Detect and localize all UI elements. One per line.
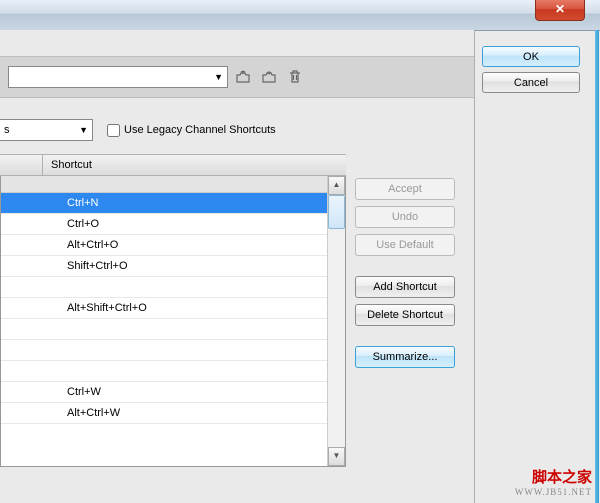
dropdown2-value: s — [4, 124, 10, 136]
table-header: Shortcut — [0, 155, 346, 176]
dialog-buttons: OK Cancel — [482, 46, 592, 98]
table-row[interactable]: Alt+Ctrl+O — [1, 235, 345, 256]
delete-shortcut-button[interactable]: Delete Shortcut — [355, 304, 455, 326]
legacy-label: Use Legacy Channel Shortcuts — [124, 124, 276, 136]
undo-button: Undo — [355, 206, 455, 228]
table-row[interactable]: Alt+Shift+Ctrl+O — [1, 298, 345, 319]
table-row[interactable] — [1, 361, 345, 382]
legacy-checkbox[interactable] — [107, 124, 120, 137]
table-row[interactable] — [1, 176, 345, 193]
legacy-checkbox-row[interactable]: Use Legacy Channel Shortcuts — [107, 124, 276, 137]
table-row[interactable]: Alt+Ctrl+W — [1, 403, 345, 424]
vertical-scrollbar[interactable]: ▲ ▼ — [327, 176, 345, 466]
ok-button[interactable]: OK — [482, 46, 580, 67]
save-set-icon[interactable] — [258, 66, 280, 88]
chevron-down-icon: ▼ — [214, 72, 223, 82]
set-dropdown[interactable]: ▼ — [8, 66, 228, 88]
delete-set-icon[interactable] — [284, 66, 306, 88]
action-buttons: Accept Undo Use Default Add Shortcut Del… — [355, 178, 461, 374]
new-set-icon[interactable] — [232, 66, 254, 88]
table-header-shortcut[interactable]: Shortcut — [43, 155, 346, 175]
table-row[interactable] — [1, 340, 345, 361]
scroll-down-icon[interactable]: ▼ — [328, 447, 345, 466]
use-default-button: Use Default — [355, 234, 455, 256]
watermark: 脚本之家 WWW.JB51.NET — [515, 466, 592, 497]
table-header-command[interactable] — [0, 155, 43, 175]
window-close-button[interactable]: ✕ — [535, 0, 585, 21]
options-row: s ▼ Use Legacy Channel Shortcuts — [0, 118, 474, 142]
set-toolbar: ▼ — [0, 56, 474, 98]
table-row[interactable]: Ctrl+N — [1, 193, 345, 214]
watermark-url: WWW.JB51.NET — [515, 487, 592, 497]
table-row[interactable]: Shift+Ctrl+O — [1, 256, 345, 277]
window-edge — [595, 30, 599, 503]
watermark-title: 脚本之家 — [515, 466, 592, 487]
close-icon: ✕ — [555, 2, 565, 16]
table-row[interactable] — [1, 319, 345, 340]
table-row[interactable]: Ctrl+O — [1, 214, 345, 235]
cancel-button[interactable]: Cancel — [482, 72, 580, 93]
table-row[interactable]: Ctrl+W — [1, 382, 345, 403]
accept-button: Accept — [355, 178, 455, 200]
table-row[interactable] — [1, 277, 345, 298]
window-titlebar: ✕ — [0, 0, 600, 31]
chevron-down-icon: ▼ — [79, 125, 88, 135]
add-shortcut-button[interactable]: Add Shortcut — [355, 276, 455, 298]
shortcut-table: Shortcut Ctrl+N Ctrl+O Alt+Ctrl+O Shift+… — [0, 154, 346, 467]
table-body: Ctrl+N Ctrl+O Alt+Ctrl+O Shift+Ctrl+O Al… — [0, 176, 346, 467]
scroll-up-icon[interactable]: ▲ — [328, 176, 345, 195]
scroll-thumb[interactable] — [328, 195, 345, 229]
summarize-button[interactable]: Summarize... — [355, 346, 455, 368]
shortcuts-for-dropdown[interactable]: s ▼ — [0, 119, 93, 141]
